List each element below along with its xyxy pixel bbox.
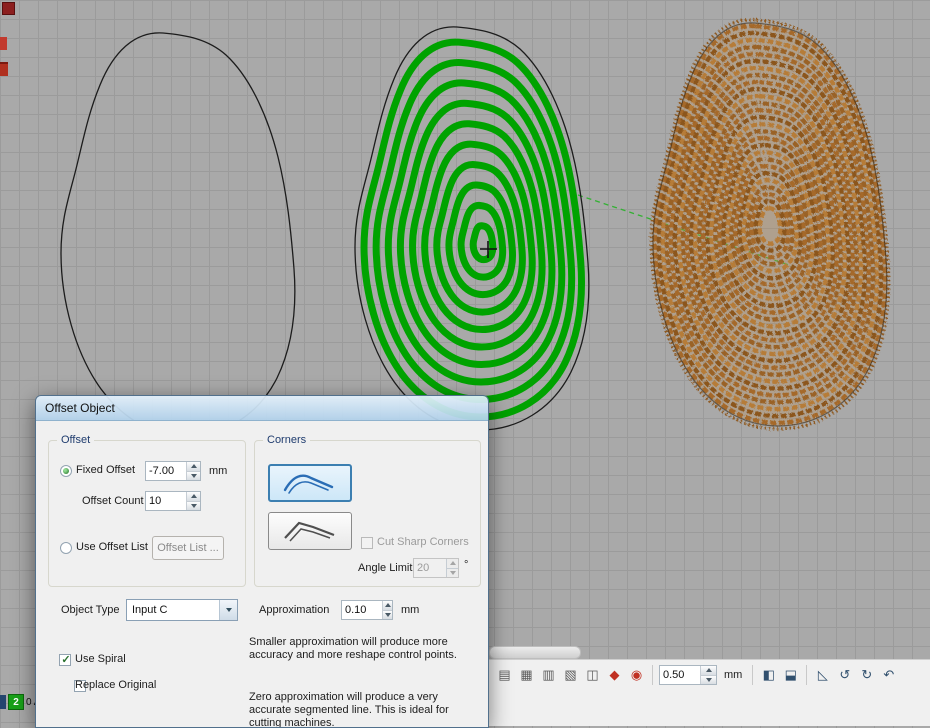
spin-down-button[interactable]	[701, 676, 716, 685]
density-grid-icon[interactable]: ▦	[517, 666, 536, 685]
skew-icon[interactable]: ◺	[813, 666, 832, 685]
offset-group: Offset Fixed Offset mm Offset Count Use …	[48, 440, 246, 587]
corners-group-label: Corners	[263, 434, 310, 446]
corners-group: Corners Cut Sharp Corners Angle Limit	[254, 440, 481, 587]
offset-count-label: Offset Count	[82, 495, 144, 507]
angle-limit-label: Angle Limit	[358, 562, 412, 574]
replace-original-label: Replace Original	[75, 679, 156, 691]
bottom-toolbar: ▤ ▦ ▥ ▧ ◫ ◆ ◉ mm ◧ ⬓ ◺ ↺ ↻ ↶	[488, 659, 930, 726]
horizontal-scrollbar-thumb[interactable]	[489, 646, 581, 659]
cut-sharp-corners-label: Cut Sharp Corners	[377, 536, 469, 548]
round-corners-icon	[280, 469, 340, 497]
approximation-label: Approximation	[259, 604, 329, 616]
mirror-vertical-icon[interactable]: ⬓	[781, 666, 800, 685]
approximation-unit: mm	[401, 604, 419, 616]
angle-limit-input[interactable]	[414, 559, 446, 577]
use-spiral-label: Use Spiral	[75, 653, 126, 665]
chevron-down-icon[interactable]	[219, 600, 237, 620]
spin-down-button[interactable]	[383, 611, 392, 620]
stitch-length-unit: mm	[724, 669, 742, 681]
spin-down-button[interactable]	[187, 472, 200, 481]
overlap-icon[interactable]: ◫	[583, 666, 602, 685]
slope-graph-icon[interactable]: ▧	[561, 666, 580, 685]
spin-up-button[interactable]	[187, 462, 200, 472]
dialog-titlebar[interactable]: Offset Object	[36, 396, 488, 421]
outline-shape[interactable]	[61, 33, 295, 436]
offset-count-input[interactable]	[146, 492, 186, 510]
offset-count-stepper[interactable]	[145, 491, 201, 511]
angle-limit-unit: °	[464, 559, 468, 571]
angle-limit-stepper[interactable]	[413, 558, 459, 578]
offset-spiral-shape[interactable]	[355, 27, 589, 430]
column-graph-icon[interactable]: ▥	[539, 666, 558, 685]
round-corners-button[interactable]	[268, 464, 352, 502]
docked-tool-icon[interactable]	[2, 2, 15, 15]
stitch-length-input[interactable]	[660, 666, 700, 684]
object-type-value: Input C	[127, 604, 219, 616]
object-type-label: Object Type	[61, 604, 120, 616]
undo-icon[interactable]: ↶	[879, 666, 898, 685]
offset-group-label: Offset	[57, 434, 94, 446]
dialog-body: Offset Fixed Offset mm Offset Count Use …	[36, 421, 488, 728]
toolbar-separator	[752, 665, 753, 685]
fixed-offset-unit: mm	[209, 465, 227, 477]
use-offset-list-label: Use Offset List	[76, 541, 148, 553]
spin-up-button[interactable]	[187, 492, 200, 502]
sharp-corners-button[interactable]	[268, 512, 352, 550]
spin-down-button[interactable]	[447, 569, 458, 578]
use-spiral-checkbox[interactable]	[59, 654, 71, 666]
approximation-input[interactable]	[342, 601, 382, 619]
fixed-offset-radio[interactable]	[60, 465, 72, 477]
zero-approximation-note: Zero approximation will produce a very a…	[249, 691, 477, 728]
spin-up-button[interactable]	[701, 666, 716, 676]
cut-sharp-corners-checkbox[interactable]	[361, 537, 373, 549]
start-end-icon[interactable]: ◉	[627, 666, 646, 685]
stitch-length-stepper[interactable]	[659, 665, 717, 685]
stitch-fill-shape[interactable]	[651, 20, 888, 429]
toolbar-separator	[652, 665, 653, 685]
sharp-corners-icon	[280, 517, 340, 545]
docked-tool-icon[interactable]	[0, 62, 8, 76]
approximation-note: Smaller approximation will produce more …	[249, 636, 477, 662]
toolbar-separator	[806, 665, 807, 685]
rotate-ccw-icon[interactable]: ↺	[835, 666, 854, 685]
offset-list-button[interactable]: Offset List ...	[152, 536, 224, 560]
docked-tool-icon[interactable]	[0, 37, 7, 50]
selected-count-badge: 2	[8, 694, 24, 710]
fixed-offset-label: Fixed Offset	[76, 464, 135, 476]
stitch-texture	[651, 20, 888, 429]
fixed-offset-stepper[interactable]	[145, 461, 201, 481]
spin-up-button[interactable]	[383, 601, 392, 611]
color-chip	[0, 695, 6, 709]
fixed-offset-input[interactable]	[146, 462, 186, 480]
use-offset-list-radio[interactable]	[60, 542, 72, 554]
spin-down-button[interactable]	[187, 502, 200, 511]
stitch-list-icon[interactable]: ▤	[495, 666, 514, 685]
spin-up-button[interactable]	[447, 559, 458, 569]
offset-object-dialog: Offset Object Offset Fixed Offset mm Off…	[35, 395, 489, 728]
object-type-dropdown[interactable]: Input C	[126, 599, 238, 621]
mirror-horizontal-icon[interactable]: ◧	[759, 666, 778, 685]
approximation-stepper[interactable]	[341, 600, 393, 620]
rotate-cw-icon[interactable]: ↻	[857, 666, 876, 685]
marker-icon[interactable]: ◆	[605, 666, 624, 685]
dialog-title: Offset Object	[45, 401, 115, 415]
